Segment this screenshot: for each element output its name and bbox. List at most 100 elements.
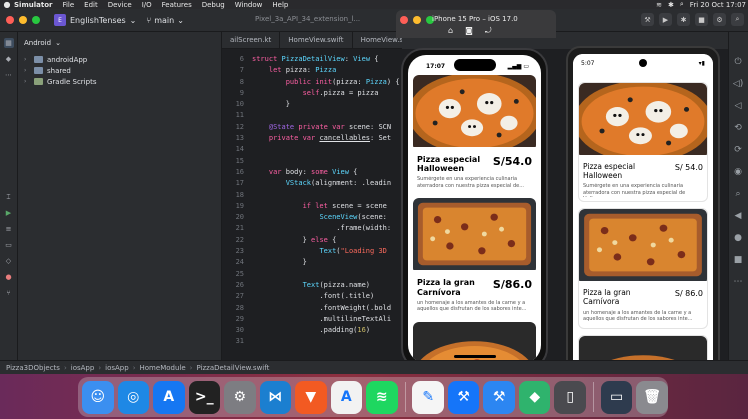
- search-icon[interactable]: ⌕: [680, 0, 684, 9]
- line-number[interactable]: 21: [222, 223, 244, 234]
- terminal-tool-icon[interactable]: ▭: [4, 240, 14, 250]
- build-icon[interactable]: ⚒: [641, 13, 654, 26]
- close-window-button[interactable]: [6, 16, 14, 24]
- code-line[interactable]: 15: [222, 156, 400, 167]
- code-line[interactable]: 21 .frame(width:: [222, 223, 400, 234]
- debug-icon[interactable]: ✱: [677, 13, 690, 26]
- code-line[interactable]: 7 let pizza: Pizza: [222, 65, 400, 76]
- pizza-card[interactable]: Pizza especial Halloween S/54.0 Sumérgete …: [413, 75, 536, 192]
- home-icon[interactable]: ⌂: [448, 26, 453, 36]
- project-selector[interactable]: E EnglishTenses ⌄: [54, 14, 136, 26]
- chevron-right-icon[interactable]: ›: [24, 78, 30, 85]
- power-icon[interactable]: ⏻: [732, 56, 744, 68]
- code-line[interactable]: 27 .font(.title): [222, 291, 400, 302]
- bookmarks-icon[interactable]: ⌶: [4, 192, 14, 202]
- tab-detail-screen[interactable]: ailScreen.kt: [222, 32, 281, 48]
- code-line[interactable]: 24 }: [222, 257, 400, 268]
- project-view-selector[interactable]: Android ⌄: [18, 32, 221, 54]
- tree-item-gradle-scripts[interactable]: › Gradle Scripts: [18, 76, 221, 87]
- breadcrumb-item[interactable]: iosApp: [105, 364, 129, 372]
- menu-app-name[interactable]: Simulator: [14, 1, 52, 9]
- simulator-icon[interactable]: ▯: [554, 380, 586, 414]
- code-line[interactable]: 18: [222, 190, 400, 201]
- pizza-card[interactable]: Pizza la gran Carnívora S/86.0 un homenaje…: [413, 198, 536, 315]
- code-line[interactable]: 29 .multilineTextAli: [222, 314, 400, 325]
- pizza-list[interactable]: Pizza especial Halloween S/54.0 Sumérgete …: [408, 75, 541, 363]
- spotify-icon[interactable]: ≋: [366, 380, 398, 414]
- code-line[interactable]: 11: [222, 110, 400, 121]
- chevron-right-icon[interactable]: ›: [24, 67, 30, 74]
- safari-icon[interactable]: ◎: [117, 380, 149, 414]
- line-number[interactable]: 13: [222, 133, 244, 144]
- textedit-icon[interactable]: ✎: [412, 380, 444, 414]
- line-number[interactable]: 20: [222, 212, 244, 223]
- code-line[interactable]: 31: [222, 336, 400, 347]
- code-lines[interactable]: 6 struct PizzaDetailView: View {7 let piz…: [222, 54, 400, 348]
- line-number[interactable]: 14: [222, 144, 244, 155]
- search-icon[interactable]: ⌕: [731, 13, 744, 26]
- android-screen[interactable]: 5:07 ▾▮ Pizza especial Halloween S/ 54.0 S…: [573, 54, 713, 374]
- code-line[interactable]: 16 var body: some View {: [222, 167, 400, 178]
- wifi-icon[interactable]: ≋: [656, 1, 662, 9]
- code-line[interactable]: 23 Text("Loading 3D: [222, 246, 400, 257]
- line-number[interactable]: 29: [222, 314, 244, 325]
- menu-features[interactable]: Features: [162, 1, 192, 9]
- run-icon[interactable]: ▶: [659, 13, 672, 26]
- menu-window[interactable]: Window: [235, 1, 263, 9]
- line-number[interactable]: 9: [222, 88, 244, 99]
- code-line[interactable]: 26 Text(pizza.name): [222, 280, 400, 291]
- code-line[interactable]: 8 public init(pizza: Pizza) {: [222, 77, 400, 88]
- menu-edit[interactable]: Edit: [84, 1, 98, 9]
- home-indicator[interactable]: [454, 355, 496, 358]
- code-line[interactable]: 25: [222, 269, 400, 280]
- menu-help[interactable]: Help: [272, 1, 288, 9]
- line-number[interactable]: 23: [222, 246, 244, 257]
- line-number[interactable]: 25: [222, 269, 244, 280]
- line-number[interactable]: 16: [222, 167, 244, 178]
- breadcrumb-item[interactable]: PizzaDetailView.swift: [196, 364, 269, 372]
- zoom-icon[interactable]: ⌕: [732, 188, 744, 200]
- git-tool-icon[interactable]: ⑂: [4, 288, 14, 298]
- home-icon[interactable]: ●: [732, 232, 744, 244]
- code-line[interactable]: 22 } else {: [222, 235, 400, 246]
- line-number[interactable]: 7: [222, 65, 244, 76]
- pizza-image[interactable]: [413, 198, 536, 274]
- more-tools-icon[interactable]: ⋯: [4, 70, 14, 80]
- run-tool-icon[interactable]: ▶: [4, 208, 14, 218]
- overview-icon[interactable]: ■: [732, 254, 744, 266]
- stop-icon[interactable]: ■: [695, 13, 708, 26]
- camera-icon[interactable]: ◉: [732, 166, 744, 178]
- tab-homeview-2[interactable]: HomeView.swift: [353, 32, 402, 48]
- close-window-button[interactable]: [400, 16, 408, 24]
- android-studio-icon[interactable]: ◆: [518, 380, 551, 414]
- line-number[interactable]: 30: [222, 325, 244, 336]
- menu-device[interactable]: Device: [108, 1, 132, 9]
- code-line[interactable]: 14: [222, 144, 400, 155]
- line-number[interactable]: 19: [222, 201, 244, 212]
- iphone-screen[interactable]: 17:07 ▂▄▆ ▭ Pizza especial Halloween S/54…: [408, 55, 541, 363]
- line-number[interactable]: 28: [222, 303, 244, 314]
- zoom-window-button[interactable]: [32, 16, 40, 24]
- code-editor[interactable]: ailScreen.kt HomeView.swift HomeView.swi…: [222, 32, 402, 360]
- rotate-icon[interactable]: ⤾: [485, 26, 492, 36]
- terminal-icon[interactable]: >_: [188, 380, 220, 414]
- line-number[interactable]: 15: [222, 156, 244, 167]
- tab-homeview[interactable]: HomeView.swift: [280, 32, 353, 48]
- brave-icon[interactable]: ▼: [295, 380, 327, 414]
- pizza-image[interactable]: [413, 75, 536, 151]
- commit-tool-icon[interactable]: ◆: [4, 54, 14, 64]
- code-line[interactable]: 20 SceneView(scene:: [222, 212, 400, 223]
- pizza-image[interactable]: [579, 209, 707, 285]
- menu-debug[interactable]: Debug: [202, 1, 225, 9]
- device-selector-label[interactable]: Pixel_3a_API_34_extension_l...: [255, 15, 360, 23]
- pizza-card[interactable]: Pizza especial Halloween S/ 54.0 Sumérgete…: [578, 82, 708, 203]
- code-line[interactable]: 19 if let scene = scene: [222, 201, 400, 212]
- code-line[interactable]: 9 self.pizza = pizza: [222, 88, 400, 99]
- line-number[interactable]: 11: [222, 110, 244, 121]
- pizza-image[interactable]: [579, 83, 707, 159]
- code-line[interactable]: 12 @State private var scene: SCN: [222, 122, 400, 133]
- apple-icon[interactable]: ●: [0, 0, 14, 9]
- volume-down-icon[interactable]: ◁: [732, 100, 744, 112]
- code-line[interactable]: 17 VStack(alignment: .leadin: [222, 178, 400, 189]
- screen-recording-icon[interactable]: ▭: [600, 380, 633, 414]
